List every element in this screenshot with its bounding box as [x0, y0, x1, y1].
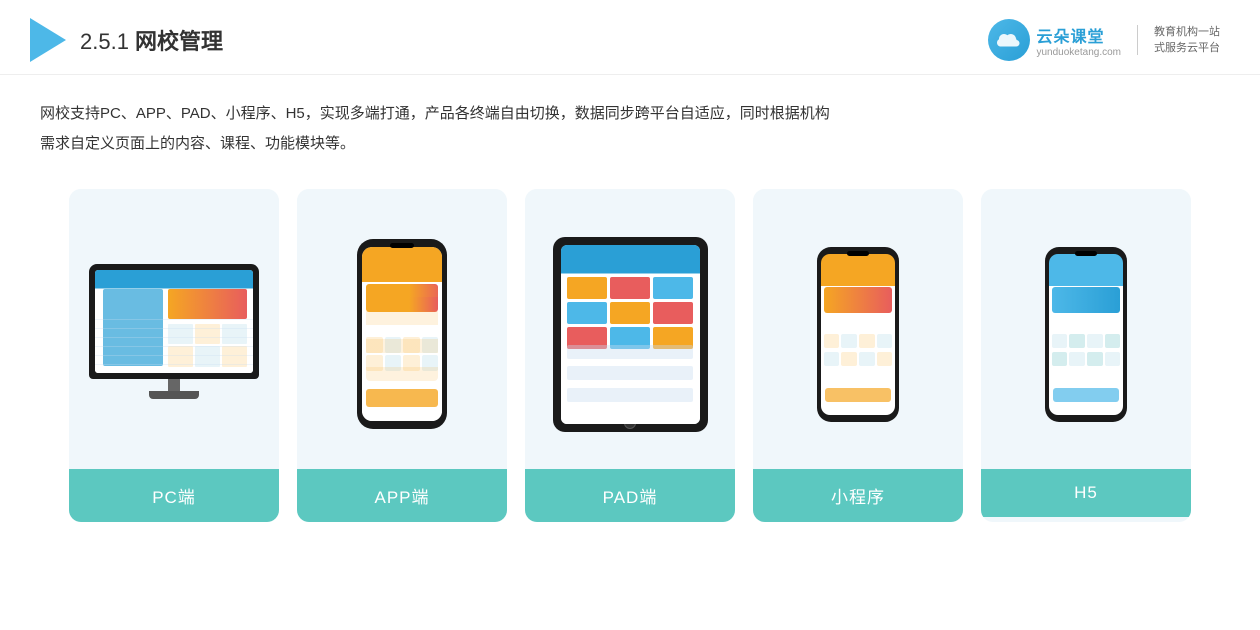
- brand-text: 云朵课堂 yunduoketang.com: [1036, 23, 1121, 58]
- card-image-miniprogram: [753, 189, 963, 469]
- card-image-pad: [525, 189, 735, 469]
- brand-url: yunduoketang.com: [1036, 47, 1121, 58]
- card-image-pc: [69, 189, 279, 469]
- header-left: 2.5.1 网校管理: [30, 18, 223, 62]
- logo-triangle-icon: [30, 18, 66, 62]
- page-container: 2.5.1 网校管理 云朵课堂 yunduoketang.com 教育机构一站 …: [0, 0, 1260, 630]
- card-label-pad: PAD端: [525, 469, 735, 522]
- card-miniprogram: 小程序: [753, 189, 963, 522]
- vertical-divider: [1137, 25, 1138, 55]
- title-prefix: 2.5.1: [80, 29, 135, 54]
- pad-icon: [553, 237, 708, 432]
- card-pad: PAD端: [525, 189, 735, 522]
- phone-h5-icon: [1045, 247, 1127, 422]
- header-right: 云朵课堂 yunduoketang.com 教育机构一站 式服务云平台: [988, 19, 1220, 61]
- header: 2.5.1 网校管理 云朵课堂 yunduoketang.com 教育机构一站 …: [0, 0, 1260, 75]
- cloud-icon: [988, 19, 1030, 61]
- brand-name: 云朵课堂: [1036, 23, 1104, 47]
- card-label-miniprogram: 小程序: [753, 469, 963, 522]
- page-title: 2.5.1 网校管理: [80, 24, 223, 56]
- brand-slogan: 教育机构一站 式服务云平台: [1154, 24, 1220, 57]
- description-line1: 网校支持PC、APP、PAD、小程序、H5，实现多端打通，产品各终端自由切换，数…: [40, 99, 1220, 129]
- card-app: APP端: [297, 189, 507, 522]
- card-image-app: [297, 189, 507, 469]
- brand-logo: 云朵课堂 yunduoketang.com: [988, 19, 1121, 61]
- cards-section: PC端: [0, 169, 1260, 542]
- phone-app-icon: [357, 239, 447, 429]
- card-label-h5: H5: [981, 469, 1191, 517]
- pc-monitor-icon: [89, 264, 259, 404]
- card-label-app: APP端: [297, 469, 507, 522]
- description-line2: 需求自定义页面上的内容、课程、功能模块等。: [40, 129, 1220, 159]
- card-h5: H5: [981, 189, 1191, 522]
- card-pc: PC端: [69, 189, 279, 522]
- title-bold: 网校管理: [135, 29, 223, 54]
- card-label-pc: PC端: [69, 469, 279, 522]
- phone-miniprogram-icon: [817, 247, 899, 422]
- description-block: 网校支持PC、APP、PAD、小程序、H5，实现多端打通，产品各终端自由切换，数…: [0, 75, 1260, 169]
- card-image-h5: [981, 189, 1191, 469]
